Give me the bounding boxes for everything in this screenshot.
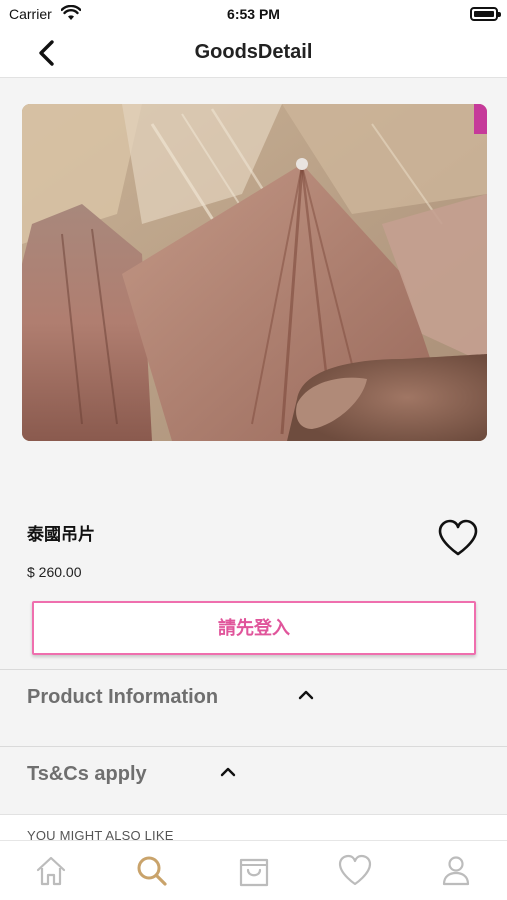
chevron-up-icon[interactable] xyxy=(298,690,314,700)
heart-icon[interactable] xyxy=(337,853,373,889)
product-price: $ 260.00 xyxy=(27,564,82,580)
page-title: GoodsDetail xyxy=(194,41,313,63)
tab-bar xyxy=(0,840,507,900)
home-icon[interactable] xyxy=(33,853,69,889)
section-title: Ts&Cs apply xyxy=(27,763,147,785)
clock: 6:53 PM xyxy=(227,6,280,22)
battery-icon xyxy=(470,7,501,21)
product-information-section[interactable]: Product Information xyxy=(0,670,507,746)
terms-section[interactable]: Ts&Cs apply xyxy=(0,747,507,823)
cart-icon[interactable] xyxy=(236,853,272,889)
user-icon[interactable] xyxy=(438,853,474,889)
nav-bar: GoodsDetail xyxy=(0,28,507,78)
product-image xyxy=(22,104,487,441)
favorite-button[interactable] xyxy=(437,519,479,557)
search-icon[interactable] xyxy=(134,853,170,889)
status-bar: Carrier 6:53 PM xyxy=(0,0,507,28)
dried-squid-photo xyxy=(22,104,487,441)
chevron-up-icon[interactable] xyxy=(220,767,236,777)
product-name: 泰國吊片 xyxy=(27,525,95,544)
section-title: Product Information xyxy=(27,686,219,708)
login-button[interactable]: 請先登入 xyxy=(32,601,476,655)
